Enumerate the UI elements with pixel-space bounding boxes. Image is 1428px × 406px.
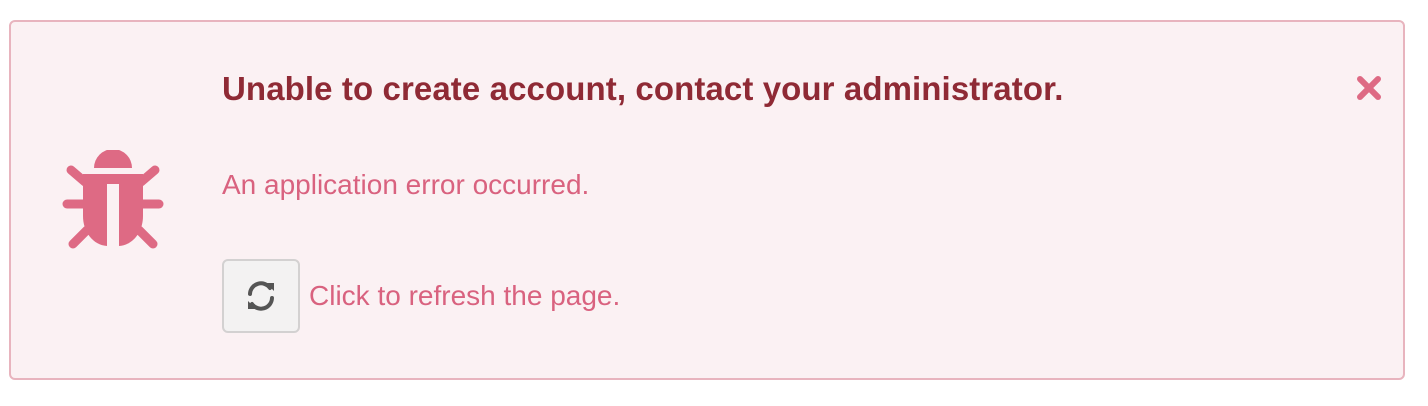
- refresh-label[interactable]: Click to refresh the page.: [309, 280, 620, 312]
- refresh-icon: [248, 281, 274, 311]
- error-alert: Unable to create account, contact your a…: [9, 20, 1405, 380]
- refresh-row: Click to refresh the page.: [222, 258, 620, 334]
- close-icon: [1357, 76, 1381, 100]
- alert-message: An application error occurred.: [222, 169, 590, 200]
- refresh-button[interactable]: [222, 259, 300, 333]
- close-button[interactable]: [1349, 68, 1389, 108]
- bug-icon: [62, 150, 164, 249]
- alert-title: Unable to create account, contact your a…: [222, 70, 1064, 107]
